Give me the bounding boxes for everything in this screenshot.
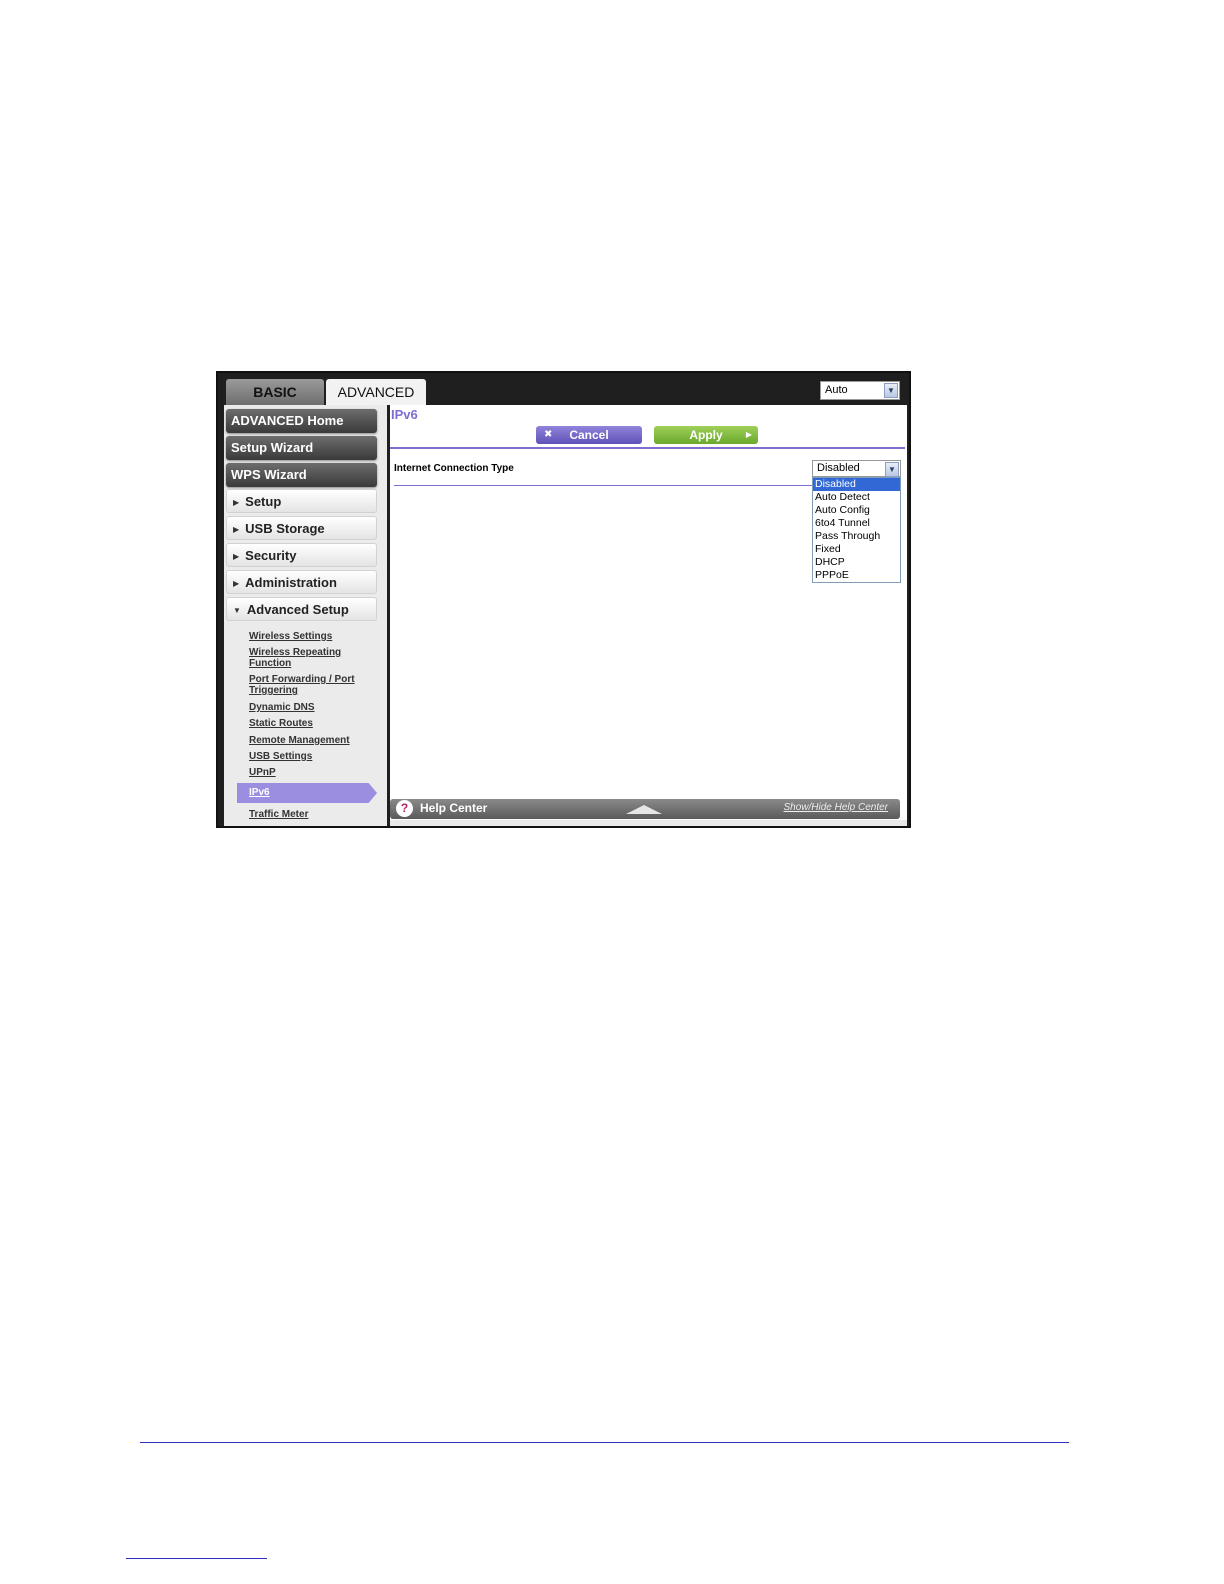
dropdown-option-disabled[interactable]: Disabled: [813, 478, 900, 491]
footer-divider: [140, 1442, 1069, 1443]
help-center-bar: ? Help Center Show/Hide Help Center: [390, 799, 900, 819]
dropdown-option-fixed[interactable]: Fixed: [813, 543, 900, 556]
tab-basic[interactable]: BASIC: [226, 379, 324, 405]
sidebar-section-administration[interactable]: ▶ Administration: [226, 570, 377, 594]
sidebar-section-label: Setup: [245, 494, 282, 509]
divider: [394, 485, 812, 486]
arrow-up-icon[interactable]: [626, 805, 662, 814]
sidebar-wps-wizard[interactable]: WPS Wizard: [226, 463, 377, 487]
sidebar-item-wireless-settings[interactable]: Wireless Settings: [249, 631, 369, 642]
triangle-right-icon: ▶: [233, 552, 240, 561]
sidebar-item-ipv6[interactable]: IPv6: [237, 783, 377, 803]
footer-short-divider: [126, 1558, 267, 1559]
dropdown-option-pppoe[interactable]: PPPoE: [813, 569, 900, 582]
sidebar-item-dynamic-dns[interactable]: Dynamic DNS: [249, 702, 369, 713]
sidebar-item-static-routes[interactable]: Static Routes: [249, 718, 369, 729]
sidebar-section-advanced-setup[interactable]: ▼ Advanced Setup: [226, 597, 377, 621]
connection-type-value: Disabled: [817, 462, 860, 474]
help-center-label: Help Center: [420, 801, 488, 815]
language-select[interactable]: Auto ▼: [820, 381, 900, 400]
help-icon[interactable]: ?: [396, 800, 413, 817]
sidebar-item-upnp[interactable]: UPnP: [249, 767, 369, 778]
apply-button-label: Apply: [689, 428, 723, 442]
page-title: IPv6: [391, 407, 418, 422]
arrow-right-icon: ▶: [745, 430, 752, 439]
sidebar-section-label: Advanced Setup: [246, 602, 349, 617]
connection-type-label: Internet Connection Type: [394, 463, 514, 474]
tab-advanced[interactable]: ADVANCED: [326, 379, 426, 405]
sidebar-advanced-home[interactable]: ADVANCED Home: [226, 409, 377, 433]
sidebar-item-remote-management[interactable]: Remote Management: [249, 735, 369, 746]
main-content: IPv6 ✖ Cancel Apply ▶ Internet Connectio…: [390, 405, 907, 826]
sidebar-setup-wizard[interactable]: Setup Wizard: [226, 436, 377, 460]
dropdown-option-auto-detect[interactable]: Auto Detect: [813, 491, 900, 504]
sidebar-item-port-forwarding[interactable]: Port Forwarding / Port Triggering: [249, 674, 369, 696]
apply-button[interactable]: Apply ▶: [654, 426, 758, 444]
sidebar-section-security[interactable]: ▶ Security: [226, 543, 377, 567]
sidebar-section-label: Security: [245, 548, 297, 563]
sidebar-section-setup[interactable]: ▶ Setup: [226, 489, 377, 513]
dropdown-option-pass-through[interactable]: Pass Through: [813, 530, 900, 543]
triangle-right-icon: ▶: [233, 579, 240, 588]
sidebar-item-usb-settings[interactable]: USB Settings: [249, 751, 369, 762]
sidebar-item-wireless-repeating[interactable]: Wireless Repeating Function: [249, 647, 369, 669]
router-admin-window: BASIC ADVANCED Auto ▼ ADVANCED Home Setu…: [216, 371, 911, 828]
sidebar-section-label: USB Storage: [245, 521, 325, 536]
dropdown-option-auto-config[interactable]: Auto Config: [813, 504, 900, 517]
sidebar-section-label: Administration: [245, 575, 337, 590]
chevron-down-icon[interactable]: ▼: [885, 462, 899, 477]
dropdown-option-dhcp[interactable]: DHCP: [813, 556, 900, 569]
bottom-strip: [390, 820, 907, 826]
connection-type-dropdown-list: Disabled Auto Detect Auto Config 6to4 Tu…: [812, 477, 901, 583]
chevron-down-icon[interactable]: ▼: [884, 383, 898, 398]
sidebar-section-usb-storage[interactable]: ▶ USB Storage: [226, 516, 377, 540]
sidebar: ADVANCED Home Setup Wizard WPS Wizard ▶ S…: [224, 405, 387, 826]
triangle-right-icon: ▶: [233, 498, 240, 507]
language-select-value: Auto: [825, 384, 848, 396]
triangle-down-icon: ▼: [233, 606, 241, 615]
connection-type-select[interactable]: Disabled ▼: [812, 460, 901, 477]
cancel-button-label: Cancel: [569, 428, 609, 442]
sidebar-item-traffic-meter[interactable]: Traffic Meter: [249, 809, 369, 820]
show-hide-help-link[interactable]: Show/Hide Help Center: [784, 802, 889, 813]
divider: [390, 447, 905, 449]
cancel-button[interactable]: ✖ Cancel: [536, 426, 642, 444]
dropdown-option-6to4-tunnel[interactable]: 6to4 Tunnel: [813, 517, 900, 530]
triangle-right-icon: ▶: [233, 525, 240, 534]
